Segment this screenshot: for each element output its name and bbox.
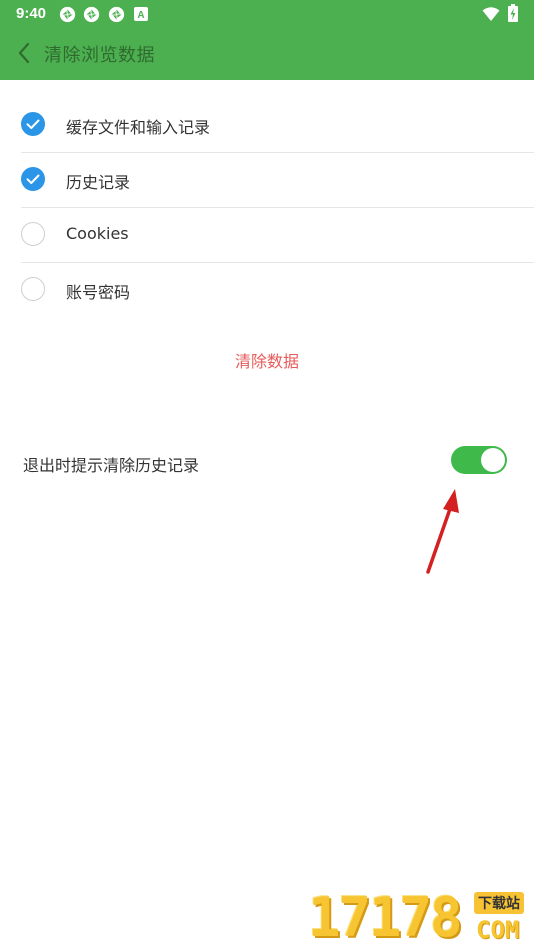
- checkbox[interactable]: [21, 222, 45, 246]
- option-label: Cookies: [66, 224, 129, 243]
- checkbox[interactable]: [21, 112, 45, 136]
- status-bar: 9:40 A: [0, 0, 534, 28]
- svg-text:A: A: [137, 10, 144, 21]
- app-bar: 9:40 A 清除浏览数据: [0, 0, 534, 80]
- back-button[interactable]: [10, 38, 38, 68]
- a-icon: A: [134, 7, 148, 21]
- checkbox[interactable]: [21, 167, 45, 191]
- wifi-icon: [482, 7, 500, 21]
- clear-options-list: 缓存文件和输入记录 历史记录 Cookies 账号密码: [0, 98, 534, 317]
- chevron-left-icon: [18, 42, 30, 64]
- status-time: 9:40: [16, 5, 47, 22]
- switch-knob: [481, 448, 505, 472]
- checkbox[interactable]: [21, 277, 45, 301]
- page-title: 清除浏览数据: [44, 45, 155, 66]
- option-label: 账号密码: [66, 283, 131, 302]
- option-label: 缓存文件和输入记录: [66, 118, 211, 137]
- checkmark-icon: [26, 119, 40, 129]
- option-history[interactable]: 历史记录: [21, 153, 534, 208]
- watermark-digits: 17178: [308, 886, 463, 949]
- option-cache-and-input[interactable]: 缓存文件和输入记录: [21, 98, 534, 153]
- annotation-arrow-icon: [426, 489, 459, 574]
- sync-icon: [108, 6, 125, 23]
- watermark-suffix: COM: [476, 916, 520, 944]
- watermark-badge: 下载站: [474, 892, 524, 914]
- toolbar: 清除浏览数据: [0, 28, 534, 80]
- option-label: 历史记录: [66, 173, 131, 192]
- sync-icon: [59, 6, 76, 23]
- clear-data-button[interactable]: 清除数据: [0, 340, 534, 384]
- sync-icon: [83, 6, 100, 23]
- exit-prompt-switch[interactable]: [451, 446, 507, 474]
- option-cookies[interactable]: Cookies: [21, 208, 534, 263]
- watermark-logo: 17178 下载站 COM: [308, 886, 534, 950]
- checkmark-icon: [26, 174, 40, 184]
- battery-charging-icon: [508, 4, 518, 22]
- option-account-passwords[interactable]: 账号密码: [21, 263, 534, 317]
- exit-prompt-label: 退出时提示清除历史记录: [23, 456, 200, 475]
- exit-prompt-row: 退出时提示清除历史记录: [0, 440, 534, 484]
